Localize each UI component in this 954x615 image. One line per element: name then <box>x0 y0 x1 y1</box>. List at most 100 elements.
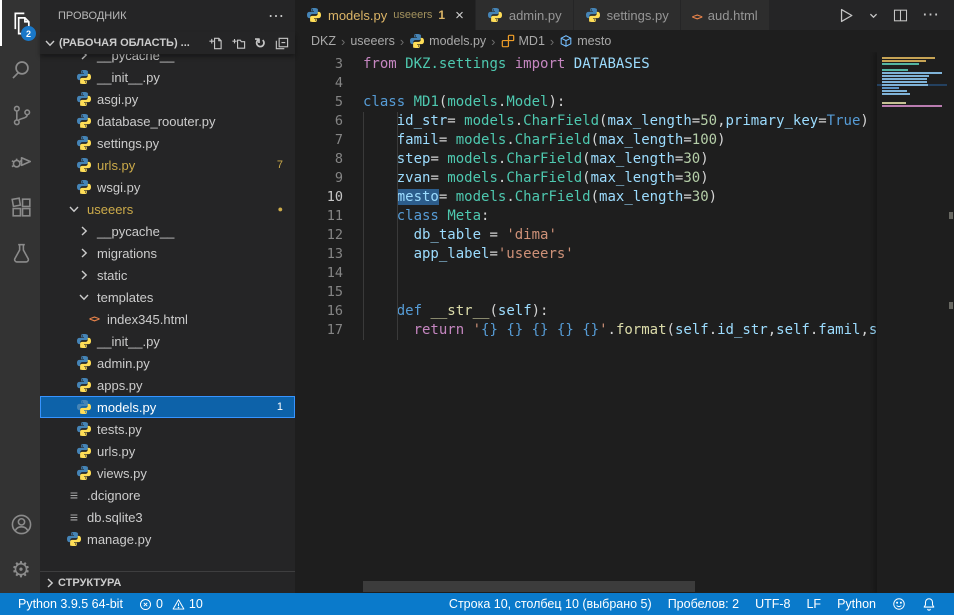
tree-file-manage-py[interactable]: manage.py <box>40 528 295 550</box>
tree-folder-templates[interactable]: templates <box>40 286 295 308</box>
line-number: 11 <box>295 207 343 226</box>
status-problems[interactable]: 010 <box>131 593 211 615</box>
breadcrumb-item-useeers[interactable]: useeers <box>350 34 394 48</box>
code-lines: 3from DKZ.settings import DATABASES45cla… <box>295 55 954 340</box>
python-icon <box>409 33 425 49</box>
close-icon[interactable]: × <box>455 8 464 23</box>
tree-file-tests-py[interactable]: tests.py <box>40 418 295 440</box>
status-indentation[interactable]: Пробелов: 2 <box>660 593 747 615</box>
chevron-right-icon <box>76 267 92 283</box>
tree-file-admin-py[interactable]: admin.py <box>40 352 295 374</box>
indent-guide <box>397 150 398 169</box>
activity-item-testing[interactable] <box>0 230 40 276</box>
tree-file--init-py[interactable]: __init__.py <box>40 330 295 352</box>
tree-file-urls-py[interactable]: urls.py <box>40 440 295 462</box>
tree-item-label: templates <box>97 290 153 305</box>
tree-file-settings-py[interactable]: settings.py <box>40 132 295 154</box>
tab-label: aud.html <box>708 8 758 23</box>
tree-folder--pycache-[interactable]: __pycache__ <box>40 54 295 66</box>
tab-settings-py[interactable]: settings.py <box>574 0 680 30</box>
code-line: 3from DKZ.settings import DATABASES <box>295 55 954 74</box>
tree-item-label: wsgi.py <box>97 180 140 195</box>
line-number: 3 <box>295 55 343 74</box>
more-actions-button[interactable]: ⋯ <box>922 5 940 25</box>
horizontal-scrollbar[interactable] <box>363 581 695 592</box>
minimap-line <box>877 96 947 98</box>
status-feedback[interactable] <box>884 593 914 615</box>
tab-admin-py[interactable]: admin.py <box>476 0 573 30</box>
line-number: 17 <box>295 321 343 340</box>
collapse-all-button[interactable] <box>274 36 289 51</box>
status-python-interpreter[interactable]: Python 3.9.5 64-bit <box>10 593 131 615</box>
indent-guide <box>397 283 398 302</box>
status-eol[interactable]: LF <box>798 593 829 615</box>
tree-folder-useeers[interactable]: useeers● <box>40 198 295 220</box>
activity-item-explorer[interactable]: 2 <box>0 0 40 46</box>
python-file-icon <box>66 531 82 547</box>
status-encoding[interactable]: UTF-8 <box>747 593 798 615</box>
workspace-section-header[interactable]: (РАБОЧАЯ ОБЛАСТЬ) ... ↻ <box>40 32 295 54</box>
new-file-button[interactable] <box>208 36 223 51</box>
tree-row-inner: __pycache__ <box>40 54 295 66</box>
tree-file-database-roouter-py[interactable]: database_roouter.py <box>40 110 295 132</box>
sidebar-more-actions-button[interactable]: ⋯ <box>268 6 285 26</box>
refresh-button[interactable]: ↻ <box>254 35 266 52</box>
breadcrumb-separator: › <box>400 34 404 49</box>
code-line: 6 id_str= models.CharField(max_length=50… <box>295 112 954 131</box>
tree-file-views-py[interactable]: views.py <box>40 462 295 484</box>
tab-models-py[interactable]: models.pyuseeers1× <box>295 0 475 30</box>
breadcrumb-item-models-py[interactable]: models.py <box>409 33 486 49</box>
status-language-mode[interactable]: Python <box>829 593 884 615</box>
code-line: 5class MD1(models.Model): <box>295 93 954 112</box>
tab-aud-html[interactable]: <>aud.html <box>681 0 769 30</box>
tree-file-index345-html[interactable]: <>index345.html <box>40 308 295 330</box>
tree-file-urls-py[interactable]: urls.py7 <box>40 154 295 176</box>
python-file-icon <box>306 7 322 23</box>
minimap[interactable] <box>877 52 947 593</box>
new-folder-button[interactable] <box>231 36 246 51</box>
code-editor[interactable]: 3from DKZ.settings import DATABASES45cla… <box>295 52 954 593</box>
activity-item-extensions[interactable] <box>0 184 40 230</box>
problems-group: 010 <box>139 597 203 611</box>
tree-folder-migrations[interactable]: migrations <box>40 242 295 264</box>
tree-item-label: urls.py <box>97 158 135 173</box>
tree-folder-static[interactable]: static <box>40 264 295 286</box>
minimap-line <box>882 60 926 62</box>
activity-item-accounts[interactable] <box>0 501 40 547</box>
tab-label: models.py <box>328 8 387 23</box>
status-right: Строка 10, столбец 10 (выбрано 5)Пробело… <box>441 593 944 615</box>
minimap-line <box>877 75 947 77</box>
tree-file-db-sqlite3[interactable]: ≡db.sqlite3 <box>40 506 295 528</box>
python-file-icon <box>76 465 92 481</box>
status-label: Python 3.9.5 64-bit <box>18 597 123 611</box>
activity-item-search[interactable] <box>0 46 40 92</box>
line-number: 12 <box>295 226 343 245</box>
tree-file--init-py[interactable]: __init__.py <box>40 66 295 88</box>
split-editor-button[interactable] <box>892 7 909 24</box>
tree-item-label: manage.py <box>87 532 151 547</box>
run-button[interactable] <box>836 6 855 25</box>
indent-guide <box>397 321 398 340</box>
tree-file-wsgi-py[interactable]: wsgi.py <box>40 176 295 198</box>
outline-section-header[interactable]: СТРУКТУРА <box>40 571 295 593</box>
main-area: 2⚙ ПРОВОДНИК ⋯ (РАБОЧАЯ ОБЛАСТЬ) ... ↻ _… <box>0 0 954 593</box>
breadcrumb-item-DKZ[interactable]: DKZ <box>311 34 336 48</box>
indent-guide <box>363 283 364 302</box>
python-file-icon <box>76 135 92 151</box>
tree-file--dcignore[interactable]: ≡.dcignore <box>40 484 295 506</box>
tree-file-apps-py[interactable]: apps.py <box>40 374 295 396</box>
activity-item-source-control[interactable] <box>0 92 40 138</box>
status-notifications[interactable] <box>914 593 944 615</box>
breadcrumb-item-mesto[interactable]: mesto <box>559 34 611 48</box>
minimap-bar <box>882 105 942 107</box>
activity-item-run-debug[interactable] <box>0 138 40 184</box>
tree-file-models-py[interactable]: models.py1 <box>40 396 295 418</box>
tree-folder--pycache-[interactable]: __pycache__ <box>40 220 295 242</box>
editor-actions: ⋯ <box>822 0 954 30</box>
code-line: 7 famil= models.CharField(max_length=100… <box>295 131 954 150</box>
run-dropdown[interactable] <box>868 10 879 21</box>
status-cursor-position[interactable]: Строка 10, столбец 10 (выбрано 5) <box>441 593 660 615</box>
tree-file-asgi-py[interactable]: asgi.py <box>40 88 295 110</box>
breadcrumb-item-MD1[interactable]: MD1 <box>501 34 545 48</box>
activity-item-settings[interactable]: ⚙ <box>0 547 40 593</box>
